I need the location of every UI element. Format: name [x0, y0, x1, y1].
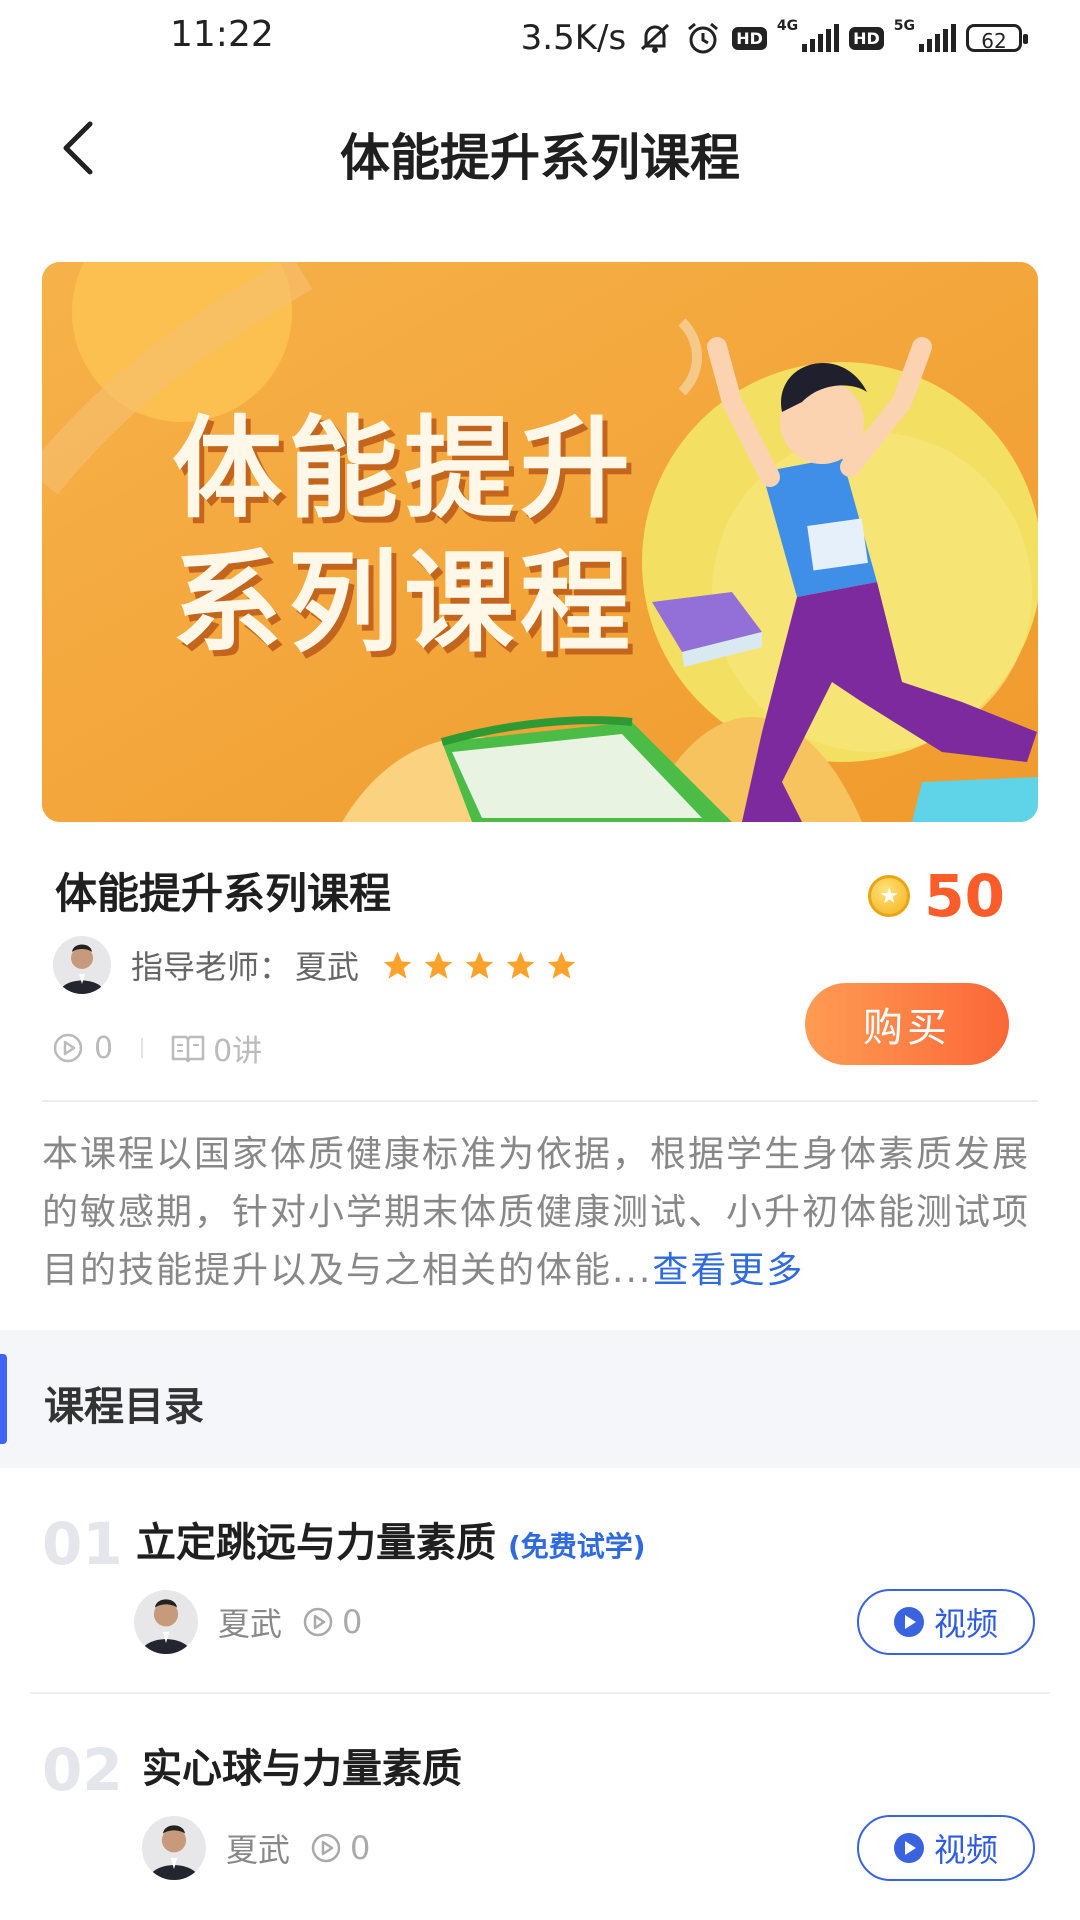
alarm-icon: [688, 22, 719, 54]
banner-line-1: 体能提升: [172, 405, 636, 533]
battery-icon: 62: [966, 24, 1028, 53]
banner-line-2: 系列课程: [172, 539, 636, 667]
lesson-title-text: 实心球与力量素质: [142, 1746, 462, 1792]
video-button[interactable]: 视频: [857, 1815, 1035, 1881]
price-value: 50: [924, 862, 1005, 930]
section-accent: [0, 1354, 7, 1444]
stats-separator: [141, 1038, 144, 1058]
lesson-meta: 夏武 0: [142, 1816, 370, 1880]
star-icon: [465, 951, 494, 979]
hd-badge-2: HD: [849, 26, 884, 50]
lesson-views: 0: [310, 1829, 370, 1867]
divider: [42, 1100, 1038, 1102]
teacher-avatar: [134, 1590, 198, 1654]
teacher-avatar: [53, 936, 111, 994]
teacher-label: 指导老师：: [131, 948, 292, 986]
course-description: 本课程以国家体质健康标准为依据，根据学生身体素质发展的敏感期，针对小学期末体质健…: [42, 1126, 1042, 1300]
free-trial-tag: (免费试学): [508, 1530, 646, 1563]
page-title: 体能提升系列课程: [340, 129, 740, 187]
lesson-divider: [30, 1692, 1050, 1694]
view-count: 0: [342, 1603, 363, 1641]
lesson-teacher: 夏武: [226, 1831, 291, 1869]
play-circle-icon: [311, 1833, 341, 1863]
catalog-header: 课程目录: [0, 1330, 1080, 1468]
network-type: 4G: [776, 18, 799, 34]
mute-bell-icon: [641, 23, 670, 53]
lesson-meta: 夏武 0: [134, 1590, 362, 1654]
see-more-link[interactable]: 查看更多: [652, 1250, 804, 1291]
coin-icon: ★: [868, 875, 911, 917]
play-circle-icon: [53, 1033, 83, 1063]
play-icon: [893, 1833, 924, 1863]
rating-stars: [381, 949, 578, 982]
star-icon: [424, 951, 453, 979]
video-button[interactable]: 视频: [857, 1589, 1035, 1655]
book-icon: [171, 1035, 205, 1063]
lesson-number: 02: [42, 1736, 123, 1804]
course-stats: 0 0讲: [52, 1026, 262, 1070]
star-icon: [383, 951, 412, 979]
lesson-title-text: 立定跳远与力量素质: [136, 1520, 496, 1566]
star-icon: [547, 951, 576, 979]
lesson-teacher: 夏武: [218, 1605, 283, 1643]
signal-icon-2: [919, 24, 956, 52]
teacher-row: 指导老师： 夏武: [53, 936, 578, 994]
course-banner: 体能提升 系列课程: [42, 262, 1038, 822]
status-time: 11:22: [170, 14, 274, 55]
net-speed: 3.5K/s: [520, 18, 627, 58]
description-text: 本课程以国家体质健康标准为依据，根据学生身体素质发展的敏感期，针对小学期末体质健…: [42, 1134, 1031, 1291]
course-title: 体能提升系列课程: [55, 869, 392, 918]
lesson-item[interactable]: 02 实心球与力量素质 夏武 0 视频: [0, 1696, 1080, 1920]
play-icon: [893, 1607, 924, 1637]
play-count: 0: [94, 1030, 114, 1066]
catalog-title: 课程目录: [44, 1384, 204, 1430]
nav-header: 体能提升系列课程: [0, 100, 1080, 196]
view-count: 0: [350, 1829, 371, 1867]
course-price: ★ 50: [868, 862, 1005, 930]
signal-icon: [802, 24, 840, 52]
lesson-views: 0: [302, 1603, 362, 1641]
teacher-name: 夏武: [295, 948, 360, 986]
buy-button[interactable]: 购买: [805, 983, 1009, 1065]
teacher-avatar: [142, 1816, 206, 1880]
video-button-label: 视频: [933, 1605, 998, 1643]
video-button-label: 视频: [933, 1831, 998, 1869]
star-icon: [506, 951, 535, 979]
lesson-item[interactable]: 01 立定跳远与力量素质 (免费试学) 夏武 0 视频: [0, 1470, 1080, 1694]
status-bar: 11:22 3.5K/s HD 4G HD 5G 62: [0, 0, 1080, 76]
lecture-count: 0讲: [213, 1034, 263, 1069]
hd-badge: HD: [732, 26, 767, 50]
lesson-title: 立定跳远与力量素质 (免费试学): [136, 1510, 646, 1568]
status-icons: 3.5K/s HD 4G HD 5G 62: [520, 14, 1028, 62]
network-type-2: 5G: [893, 18, 915, 34]
lesson-title: 实心球与力量素质: [142, 1736, 462, 1794]
banner-text: 体能提升 系列课程: [172, 402, 636, 670]
lesson-number: 01: [42, 1510, 123, 1578]
play-circle-icon: [303, 1607, 333, 1637]
